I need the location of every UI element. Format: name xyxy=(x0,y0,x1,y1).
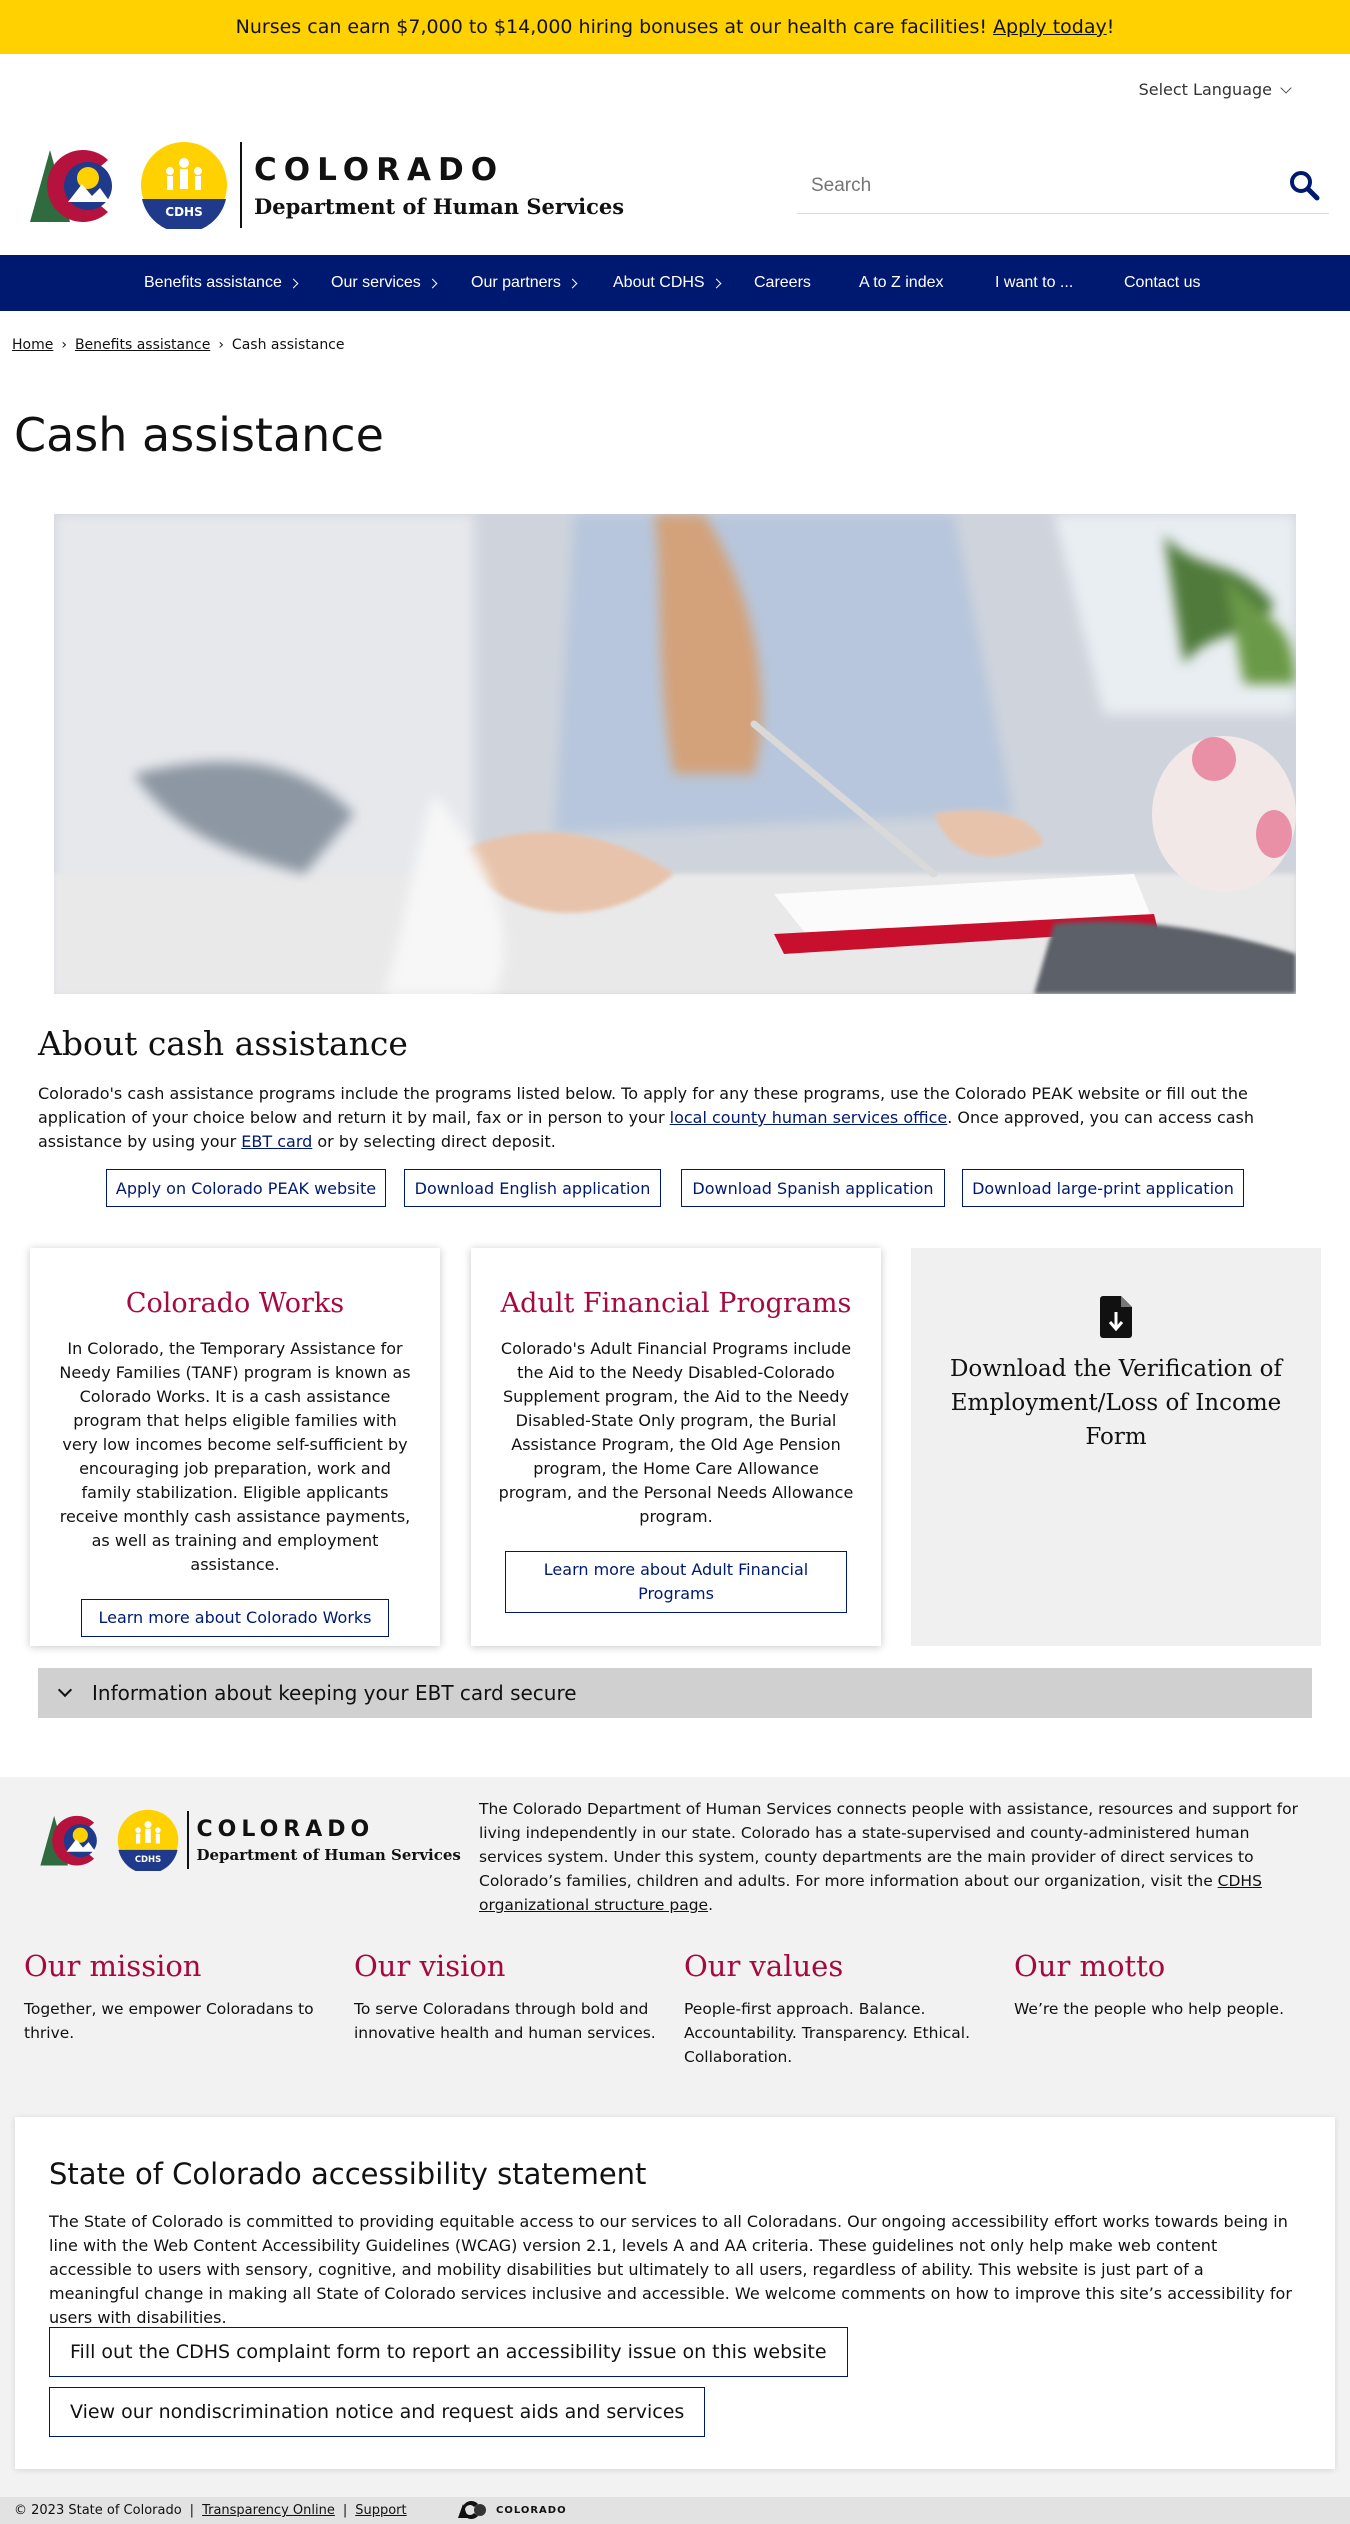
chevron-down-icon xyxy=(1280,81,1292,94)
breadcrumb-current: Cash assistance xyxy=(231,337,345,353)
colorado-works-card: Colorado Works In Colorado, the Temporar… xyxy=(30,1248,440,1646)
motto-block: Our motto We’re the people who help peop… xyxy=(1014,1949,1324,2021)
learn-more-colorado-works-button[interactable]: Learn more about Colorado Works xyxy=(81,1599,389,1637)
cdhs-logo[interactable]: CDHS COLORADO Department of Human Servic… xyxy=(28,140,624,230)
portal-name: COLORADO xyxy=(496,2504,567,2516)
footer-bottom-bar: © 2023 State of Colorado | Transparency … xyxy=(0,2497,1350,2524)
state-web-portal-logo[interactable]: COLORADO xyxy=(458,2500,567,2520)
alert-banner: Nurses can earn $7,000 to $14,000 hiring… xyxy=(0,0,1350,54)
transparency-online-link[interactable]: Transparency Online xyxy=(202,2503,335,2518)
cdhs-badge-icon: CDHS xyxy=(117,1809,179,1871)
pillar-title: Our motto xyxy=(1014,1949,1166,1983)
ebt-security-accordion[interactable]: Information about keeping your EBT card … xyxy=(38,1668,1312,1718)
separator: | xyxy=(342,2503,348,2518)
download-form-title: Download the Verification of Employment/… xyxy=(949,1356,1283,1450)
apply-peak-button[interactable]: Apply on Colorado PEAK website xyxy=(106,1169,386,1207)
file-download-icon xyxy=(1100,1296,1132,1338)
about-description: Colorado's cash assistance programs incl… xyxy=(38,1084,1255,1151)
learn-more-adult-financial-button[interactable]: Learn more about Adult Financial Program… xyxy=(505,1551,847,1613)
chevron-down-icon xyxy=(57,1682,73,1698)
nav-item-careers[interactable]: Careers xyxy=(754,255,811,311)
card-title: Adult Financial Programs xyxy=(500,1288,852,1319)
banner-suffix: ! xyxy=(1106,16,1115,38)
download-english-button[interactable]: Download English application xyxy=(404,1169,661,1207)
complaint-form-button[interactable]: Fill out the CDHS complaint form to repo… xyxy=(49,2327,848,2377)
colorado-c-logo-icon xyxy=(40,1815,97,1866)
accessibility-text: The State of Colorado is committed to pr… xyxy=(49,2212,1292,2327)
mission-block: Our mission Together, we empower Colorad… xyxy=(24,1949,334,2045)
apply-today-link[interactable]: Apply today xyxy=(993,16,1107,38)
logo-state-name: COLORADO xyxy=(196,1816,375,1842)
nav-item-i-want-to[interactable]: I want to ... xyxy=(995,255,1073,311)
copyright: © 2023 State of Colorado xyxy=(14,2503,182,2518)
card-description: In Colorado, the Temporary Assistance fo… xyxy=(59,1339,411,1574)
breadcrumb: Home › Benefits assistance › Cash assist… xyxy=(12,337,345,353)
colorado-c-logo-icon xyxy=(30,150,112,222)
nav-item-our-partners[interactable]: Our partners xyxy=(471,255,578,311)
footer: CDHS COLORADO Department of Human Servic… xyxy=(0,1777,1350,2524)
pillar-text: To serve Coloradans through bold and inn… xyxy=(354,2000,656,2042)
footer-about-text: The Colorado Department of Human Service… xyxy=(479,1800,1298,1914)
chevron-right-icon xyxy=(427,278,438,288)
nondiscrimination-button[interactable]: View our nondiscrimination notice and re… xyxy=(49,2387,706,2437)
nav-item-a-to-z-index[interactable]: A to Z index xyxy=(859,255,944,311)
page-title: Cash assistance xyxy=(14,408,384,462)
badge-text: CDHS xyxy=(135,1854,161,1864)
download-large-print-button[interactable]: Download large-print application xyxy=(962,1169,1244,1207)
breadcrumb-separator: › xyxy=(218,337,224,353)
vision-block: Our vision To serve Coloradans through b… xyxy=(354,1949,664,2045)
hero-image xyxy=(54,514,1296,994)
card-title: Colorado Works xyxy=(125,1288,345,1319)
accordion-label: Information about keeping your EBT card … xyxy=(92,1681,577,1705)
footer-cdhs-logo[interactable]: CDHS COLORADO Department of Human Servic… xyxy=(38,1809,461,1871)
logo-divider xyxy=(240,142,242,228)
cdhs-badge-icon: CDHS xyxy=(141,142,227,229)
values-block: Our values People-first approach. Balanc… xyxy=(684,1949,994,2069)
nav-item-contact-us[interactable]: Contact us xyxy=(1124,255,1200,311)
breadcrumb-separator: › xyxy=(61,337,67,353)
language-selector[interactable]: Select Language xyxy=(1138,80,1292,99)
chevron-right-icon xyxy=(288,278,299,288)
adult-financial-card: Adult Financial Programs Colorado's Adul… xyxy=(471,1248,881,1646)
chevron-right-icon xyxy=(567,278,578,288)
pillar-text: We’re the people who help people. xyxy=(1014,2000,1285,2018)
logo-state-name: COLORADO xyxy=(254,151,505,188)
pillar-text: Together, we empower Coloradans to thriv… xyxy=(24,2000,314,2042)
pillar-text: People-first approach. Balance. Accounta… xyxy=(684,2000,971,2066)
hero-photo-illustration xyxy=(54,514,1296,994)
nav-item-benefits-assistance[interactable]: Benefits assistance xyxy=(144,255,299,311)
badge-text: CDHS xyxy=(165,205,202,219)
chevron-right-icon xyxy=(711,278,722,288)
download-verification-form-card[interactable]: Download the Verification of Employment/… xyxy=(911,1248,1321,1646)
banner-text: Nurses can earn $7,000 to $14,000 hiring… xyxy=(235,16,988,38)
application-buttons: Apply on Colorado PEAK website Download … xyxy=(0,1169,1350,1207)
accessibility-heading: State of Colorado accessibility statemen… xyxy=(49,2157,647,2191)
ebt-card-link[interactable]: EBT card xyxy=(241,1132,312,1151)
search-icon[interactable] xyxy=(1287,168,1321,202)
download-spanish-button[interactable]: Download Spanish application xyxy=(681,1169,945,1207)
breadcrumb-home[interactable]: Home xyxy=(12,337,53,353)
county-office-link[interactable]: local county human services office xyxy=(670,1108,948,1127)
search-input[interactable] xyxy=(797,174,1257,197)
support-link[interactable]: Support xyxy=(355,2503,406,2518)
search-bar xyxy=(797,158,1329,214)
main-navigation: Benefits assistance Our services Our par… xyxy=(0,255,1350,311)
pillar-title: Our mission xyxy=(24,1949,202,1983)
colorado-portal-icon xyxy=(458,2501,486,2519)
about-heading: About cash assistance xyxy=(38,1024,408,1063)
logo-department-name: Department of Human Services xyxy=(254,193,625,219)
pillar-title: Our values xyxy=(684,1949,844,1983)
pillar-title: Our vision xyxy=(354,1949,506,1983)
language-label: Select Language xyxy=(1138,80,1272,99)
logo-divider xyxy=(187,1811,189,1869)
nav-item-our-services[interactable]: Our services xyxy=(331,255,438,311)
card-description: Colorado's Adult Financial Programs incl… xyxy=(498,1339,854,1526)
separator: | xyxy=(189,2503,195,2518)
accessibility-statement: State of Colorado accessibility statemen… xyxy=(15,2117,1335,2469)
breadcrumb-benefits-assistance[interactable]: Benefits assistance xyxy=(75,337,210,353)
logo-department-name: Department of Human Services xyxy=(196,1845,461,1864)
nav-item-about-cdhs[interactable]: About CDHS xyxy=(613,255,722,311)
